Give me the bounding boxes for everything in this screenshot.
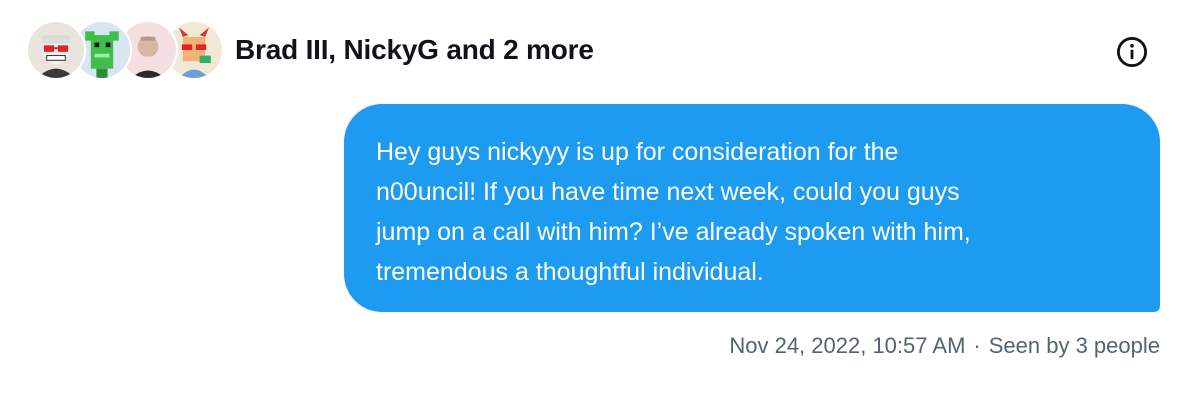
conversation-title[interactable]: Brad III, NickyG and 2 more	[235, 34, 594, 66]
meta-separator: ·	[973, 333, 981, 358]
info-icon	[1116, 36, 1148, 68]
message-meta: Nov 24, 2022, 10:57 AM · Seen by 3 people	[729, 333, 1160, 359]
cat-avatar-red-glasses-icon	[26, 20, 86, 80]
message-line: jump on a call with him? I’ve already sp…	[376, 218, 971, 246]
message-timestamp[interactable]: Nov 24, 2022, 10:57 AM	[729, 333, 965, 358]
conversation-header: Brad III, NickyG and 2 more	[0, 0, 1178, 104]
message-line: tremendous a thoughtful individual.	[376, 258, 764, 286]
message-bubble[interactable]: Hey guys nickyyy is up for consideration…	[344, 104, 1160, 312]
group-avatars[interactable]	[26, 20, 224, 84]
message-line: Hey guys nickyyy is up for consideration…	[376, 138, 899, 166]
message-line: n00uncil! If you have time next week, co…	[376, 178, 960, 206]
conversation-info-button[interactable]	[1114, 34, 1150, 70]
seen-status: Seen by 3 people	[988, 333, 1160, 358]
